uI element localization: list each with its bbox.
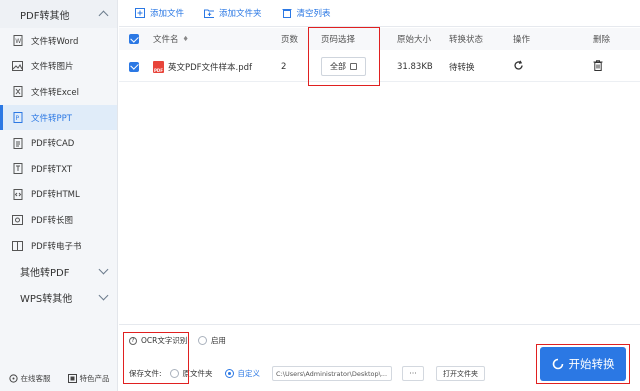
sidebar-group-wps-to-other[interactable]: WPS转其他: [0, 284, 117, 310]
conversion-status: 待转换: [449, 62, 475, 73]
save-original-radio[interactable]: [169, 369, 179, 378]
spinner-icon: [552, 358, 563, 370]
clear-list-label: 清空列表: [296, 9, 331, 19]
cad-file-icon: [12, 137, 23, 149]
word-file-icon: W: [12, 35, 23, 47]
pdf-file-icon: PDF: [153, 60, 164, 73]
column-header-status: 转换状态: [449, 35, 484, 45]
start-conversion-button[interactable]: 开始转换: [540, 347, 626, 381]
headset-icon: [8, 373, 18, 383]
save-label: 保存文件:: [129, 369, 162, 378]
sidebar-item-label: PDF转CAD: [31, 139, 75, 150]
sidebar-item-ppt[interactable]: P 文件转PPT: [0, 104, 117, 131]
trash-icon[interactable]: [593, 59, 603, 71]
row-checkbox[interactable]: [129, 61, 139, 72]
chevron-up-icon: [98, 10, 109, 21]
browse-button[interactable]: ···: [402, 366, 425, 381]
svg-text:W: W: [15, 38, 21, 45]
products-icon: [67, 373, 77, 383]
file-table-header: 文件名 ♦ 页数 页码选择 原始大小 转换状态 操作 删除: [119, 28, 640, 50]
column-header-name[interactable]: 文件名 ♦: [149, 33, 275, 45]
save-custom-label: 自定义: [237, 369, 261, 378]
sidebar-item-image[interactable]: 文件转图片: [0, 54, 117, 80]
sidebar-item-label: 文件转Word: [31, 36, 79, 47]
online-service-link[interactable]: 在线客服: [8, 373, 51, 384]
toolbar: 添加文件 添加文件夹 清空列表: [119, 0, 640, 27]
sidebar-item-ebook[interactable]: PDF转电子书: [0, 233, 117, 259]
page-range-label: 全部: [330, 62, 346, 71]
refresh-icon[interactable]: [513, 59, 524, 71]
column-header-pages: 页数: [281, 35, 299, 45]
ebook-icon: [12, 240, 23, 251]
ocr-row: ? OCR文字识别: 启用: [129, 335, 226, 346]
column-header-delete: 删除: [593, 35, 611, 45]
output-path-field[interactable]: C:\Users\Administrator\Desktop\...: [272, 366, 393, 381]
excel-file-icon: [12, 86, 23, 98]
txt-file-icon: [12, 163, 23, 175]
save-original-label: 原文件夹: [182, 369, 213, 378]
save-custom-radio[interactable]: [224, 369, 234, 378]
sidebar-footer: 在线客服 特色产品: [0, 365, 118, 391]
save-row: 保存文件: 原文件夹 自定义 C:\Users\Administrator\De…: [129, 366, 486, 381]
sidebar-group-label: WPS转其他: [20, 293, 73, 305]
column-header-operation: 操作: [513, 35, 531, 45]
sidebar-item-label: PDF转HTML: [31, 190, 80, 201]
chevron-down-icon: [98, 264, 109, 275]
online-service-label: 在线客服: [20, 373, 51, 383]
image-icon: [12, 61, 23, 72]
sidebar-item-excel[interactable]: 文件转Excel: [0, 79, 117, 105]
sidebar-group-pdf-to-other[interactable]: PDF转其他: [0, 0, 117, 28]
sidebar-item-long-image[interactable]: PDF转长图: [0, 207, 117, 233]
ocr-label: OCR文字识别:: [141, 336, 190, 345]
column-header-page-range: 页码选择: [321, 35, 356, 45]
add-folder-icon: [204, 9, 215, 18]
sidebar-item-html[interactable]: PDF转HTML: [0, 182, 117, 208]
page-count: 2: [281, 61, 287, 72]
clear-list-icon: [282, 9, 292, 18]
sidebar-item-label: 文件转PPT: [31, 113, 72, 124]
file-size: 31.83KB: [397, 61, 433, 72]
sidebar-item-label: PDF转电子书: [31, 241, 82, 252]
add-file-button[interactable]: 添加文件: [135, 7, 184, 19]
sidebar-group-label: 其他转PDF: [20, 267, 70, 279]
sidebar-group-other-to-pdf[interactable]: 其他转PDF: [0, 258, 117, 284]
svg-text:P: P: [15, 115, 19, 122]
ocr-enable-checkbox[interactable]: [197, 336, 207, 345]
open-folder-button[interactable]: 打开文件夹: [436, 366, 486, 381]
sidebar-item-label: 文件转图片: [31, 62, 74, 73]
start-conversion-label: 开始转换: [568, 357, 615, 371]
sidebar-item-label: PDF转TXT: [31, 164, 73, 175]
add-folder-button[interactable]: 添加文件夹: [204, 7, 262, 19]
file-name-cell: PDF 英文PDF文件样本.pdf: [149, 60, 275, 73]
help-icon[interactable]: ?: [129, 336, 137, 345]
add-file-label: 添加文件: [150, 9, 185, 19]
file-name: 英文PDF文件样本.pdf: [168, 62, 253, 73]
sort-icon[interactable]: ♦: [183, 35, 189, 43]
add-folder-label: 添加文件夹: [219, 9, 262, 19]
sidebar-item-word[interactable]: W 文件转Word: [0, 28, 117, 54]
table-row: PDF 英文PDF文件样本.pdf 2 全部 31.83KB 待转换: [119, 52, 640, 82]
sidebar-group-label: PDF转其他: [20, 10, 70, 22]
sidebar-item-cad[interactable]: PDF转CAD: [0, 130, 117, 156]
column-header-size: 原始大小: [397, 35, 432, 45]
ppt-file-icon: P: [12, 112, 23, 124]
long-image-icon: [12, 214, 23, 225]
clear-list-button[interactable]: 清空列表: [282, 7, 331, 19]
ocr-enable-label: 启用: [210, 336, 226, 345]
html-file-icon: [12, 188, 23, 200]
sidebar-item-label: 文件转Excel: [31, 87, 80, 98]
featured-products-label: 特色产品: [79, 373, 110, 383]
sidebar-item-label: PDF转长图: [31, 215, 74, 226]
featured-products-link[interactable]: 特色产品: [67, 373, 110, 384]
page-range-button[interactable]: 全部: [321, 57, 366, 76]
sidebar-item-txt[interactable]: PDF转TXT: [0, 156, 117, 182]
edit-icon: [350, 63, 357, 70]
select-all-checkbox[interactable]: [129, 34, 139, 44]
chevron-down-icon: [98, 290, 109, 301]
add-file-icon: [135, 8, 145, 18]
sidebar: PDF转其他 W 文件转Word 文件转图片 文件转Excel P 文件转PPT…: [0, 0, 118, 391]
